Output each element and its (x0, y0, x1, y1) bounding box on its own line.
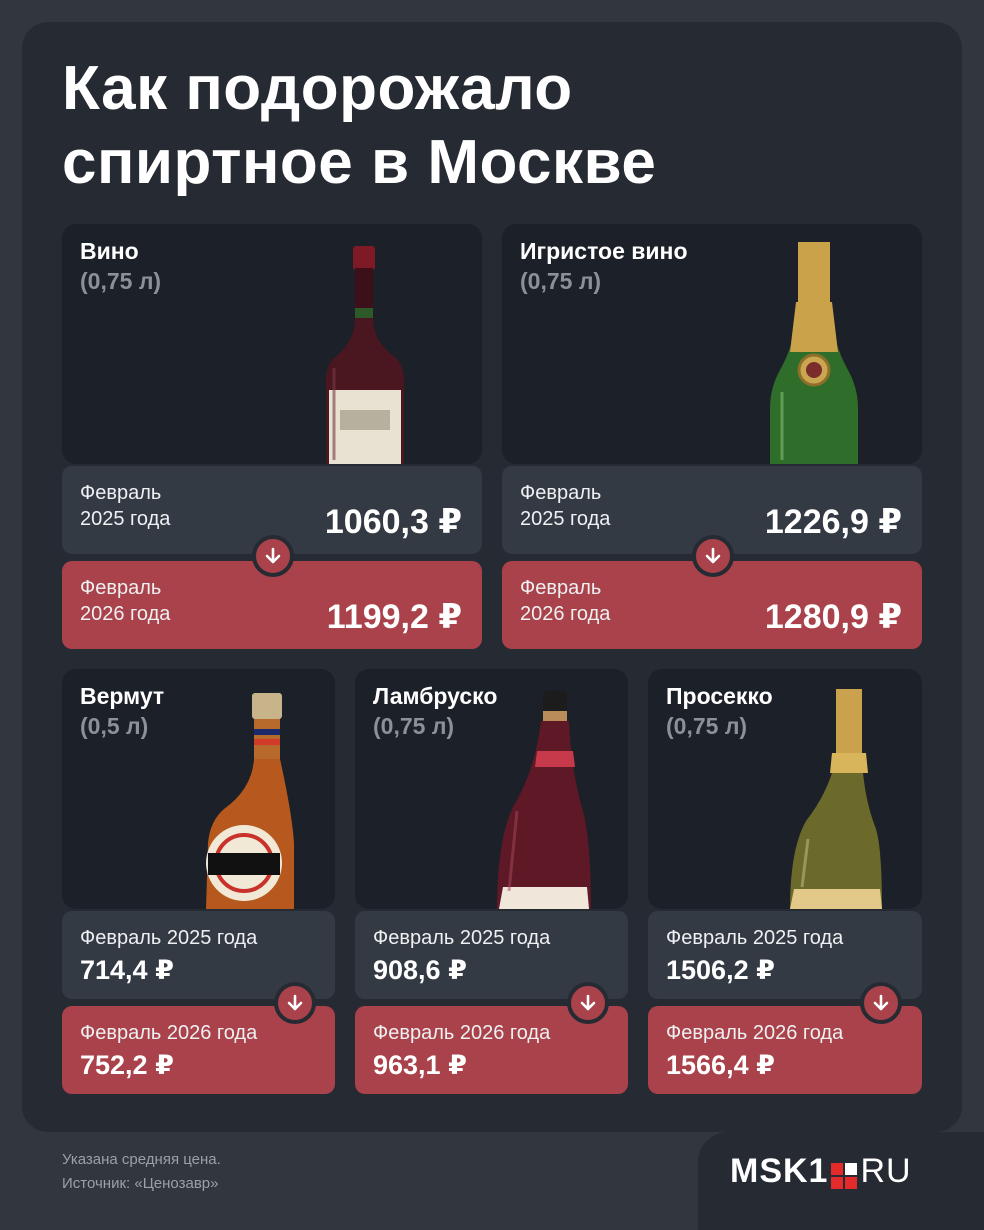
price-value: 714,4 ₽ (80, 955, 174, 985)
product-panel-sparkling-wine: Игристое вино (0,75 л) (502, 224, 922, 464)
price-value: 1226,9 ₽ (764, 503, 902, 541)
period-label: Февраль 2025 года (520, 482, 611, 530)
arrow-down-icon (692, 535, 734, 577)
price-value: 908,6 ₽ (373, 955, 467, 985)
product-panel-prosecco: Просекко (0,75 л) (648, 669, 922, 909)
product-volume: (0,5 л) (80, 713, 149, 739)
period-label: Февраль 2026 года (80, 1022, 258, 1044)
price-value: 1060,3 ₽ (324, 503, 462, 541)
period-label: Февраль 2025 года (373, 927, 551, 949)
red-wine-bottle-icon (326, 246, 404, 464)
product-name: Вермут (80, 683, 165, 709)
logo-text-left: MSK1 (730, 1152, 829, 1190)
product-volume: (0,75 л) (373, 713, 455, 739)
product-name: Игристое вино (520, 238, 688, 264)
product-panel-wine: Вино (0,75 л) (62, 224, 482, 464)
vermouth-bottle-icon (206, 693, 294, 909)
logo-square-icon (831, 1159, 858, 1189)
product-volume: (0,75 л) (666, 713, 748, 739)
price-value: 1566,4 ₽ (666, 1050, 775, 1080)
arrow-down-icon (567, 982, 609, 1024)
product-name: Просекко (666, 683, 773, 709)
product-panel-vermouth: Вермут (0,5 л) (62, 669, 335, 909)
period-label: Февраль 2026 года (520, 577, 611, 625)
arrow-down-icon (252, 535, 294, 577)
msk1-logo: MSK1 RU (730, 1152, 912, 1191)
price-value: 1506,2 ₽ (666, 955, 775, 985)
champagne-bottle-icon (770, 242, 858, 464)
product-panel-lambrusco: Ламбруско (0,75 л) (355, 669, 628, 909)
period-label: Февраль 2025 года (80, 482, 171, 530)
page-title: Как подорожало спиртное в Москве (62, 54, 657, 197)
lambrusco-bottle-icon (497, 691, 591, 909)
footer-note: Указана средняя цена. (62, 1151, 221, 1168)
footer-notes: Указана средняя цена. Источник: «Ценозав… (62, 1148, 221, 1196)
footer-source: Источник: «Ценозавр» (62, 1175, 219, 1192)
arrow-down-icon (860, 982, 902, 1024)
period-label: Февраль 2025 года (666, 927, 844, 949)
product-volume: (0,75 л) (80, 268, 162, 294)
prosecco-bottle-icon (790, 689, 882, 909)
period-label: Февраль 2026 года (373, 1022, 551, 1044)
period-label: Февраль 2026 года (80, 577, 171, 625)
arrow-down-icon (274, 982, 316, 1024)
price-value: 752,2 ₽ (80, 1050, 174, 1080)
price-value: 1199,2 ₽ (326, 598, 462, 636)
product-volume: (0,75 л) (520, 268, 602, 294)
period-label: Февраль 2025 года (80, 927, 258, 949)
period-label: Февраль 2026 года (666, 1022, 844, 1044)
logo-text-right: RU (860, 1152, 912, 1190)
product-name: Ламбруско (373, 683, 498, 709)
product-name: Вино (80, 238, 139, 264)
price-value: 963,1 ₽ (373, 1050, 467, 1080)
price-value: 1280,9 ₽ (764, 598, 902, 636)
